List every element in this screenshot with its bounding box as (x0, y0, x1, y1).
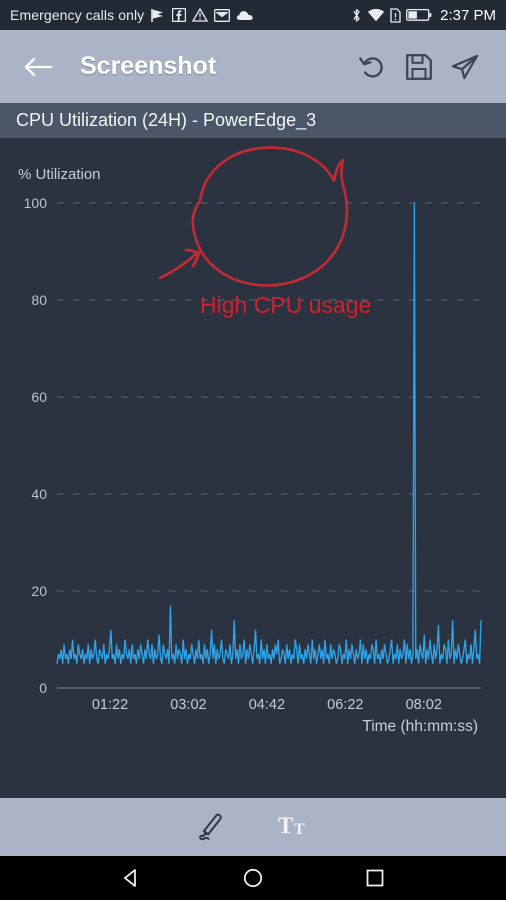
chart-y-axis-label: % Utilization (18, 166, 101, 183)
text-format-icon: T T (278, 813, 305, 838)
share-button[interactable] (442, 44, 488, 90)
text-tool-button[interactable]: T T (269, 803, 323, 851)
x-tick-label: 06:22 (327, 697, 363, 713)
bluetooth-icon (351, 7, 362, 24)
undo-icon (359, 56, 383, 77)
chart-series-line (56, 202, 482, 664)
circle-home-icon (243, 868, 263, 888)
paper-plane-icon (451, 54, 479, 79)
y-tick-label: 0 (39, 680, 47, 696)
svg-text:T: T (294, 821, 305, 838)
y-tick-label: 20 (31, 583, 47, 599)
draw-tool-button[interactable] (183, 803, 237, 851)
clock-label: 2:37 PM (440, 6, 496, 24)
annotation-layer: High CPU usage (158, 146, 371, 318)
triangle-back-icon (124, 869, 136, 887)
y-tick-label: 100 (24, 195, 48, 211)
chart-subtitle-label: CPU Utilization (24H) - PowerEdge_3 (16, 110, 317, 130)
nav-home-button[interactable] (229, 856, 277, 900)
x-tick-label: 08:02 (406, 697, 442, 713)
chart-canvas[interactable]: 0 20 40 60 80 100 01:22 03:02 04:42 06:22 08:02 %… (0, 138, 506, 798)
annotation-text: High CPU usage (200, 292, 371, 318)
battery-icon (406, 8, 432, 22)
nav-back-button[interactable] (107, 856, 155, 900)
status-bar-right: 2:37 PM (351, 7, 496, 24)
email-icon (214, 8, 231, 22)
chart-x-axis-label: Time (hh:mm:ss) (362, 718, 478, 735)
carrier-label: Emergency calls only (10, 7, 145, 23)
x-tick-label: 01:22 (92, 697, 128, 713)
edit-toolbar: T T (0, 798, 506, 856)
page-title: Screenshot (80, 52, 217, 80)
cloud-icon (236, 9, 254, 21)
back-button[interactable] (18, 47, 58, 87)
warning-triangle-icon (192, 8, 209, 22)
nav-recents-button[interactable] (351, 856, 399, 900)
x-tick-label: 03:02 (170, 697, 206, 713)
chart-x-axis-ticks: 01:22 03:02 04:42 06:22 08:02 (92, 697, 442, 713)
square-recents-icon (366, 869, 384, 887)
phone-screen: Emergency calls only 2:37 PM Screenshot … (0, 0, 506, 900)
svg-text:T: T (278, 813, 293, 838)
y-tick-label: 60 (31, 389, 47, 405)
app-bar: Screenshot (0, 30, 506, 103)
y-tick-label: 40 (31, 486, 47, 502)
chart-gridlines (57, 202, 481, 592)
facebook-icon (172, 8, 187, 22)
floppy-disk-icon (406, 53, 432, 80)
pen-icon (199, 813, 222, 841)
android-nav-bar (0, 856, 506, 900)
chart-y-axis-ticks: 0 20 40 60 80 100 (24, 195, 48, 696)
y-tick-label: 80 (31, 292, 47, 308)
status-bar: Emergency calls only 2:37 PM (0, 0, 506, 30)
wifi-icon (367, 8, 385, 23)
chart-subtitle-bar: CPU Utilization (24H) - PowerEdge_3 (0, 103, 506, 138)
undo-button[interactable] (350, 44, 396, 90)
x-tick-label: 04:42 (249, 697, 285, 713)
sim-alert-icon (390, 7, 401, 23)
annotation-ellipse (191, 146, 349, 287)
annotation-arrow (158, 248, 201, 280)
save-button[interactable] (396, 44, 442, 90)
flag-icon (150, 8, 166, 23)
status-bar-left: Emergency calls only (10, 7, 351, 23)
